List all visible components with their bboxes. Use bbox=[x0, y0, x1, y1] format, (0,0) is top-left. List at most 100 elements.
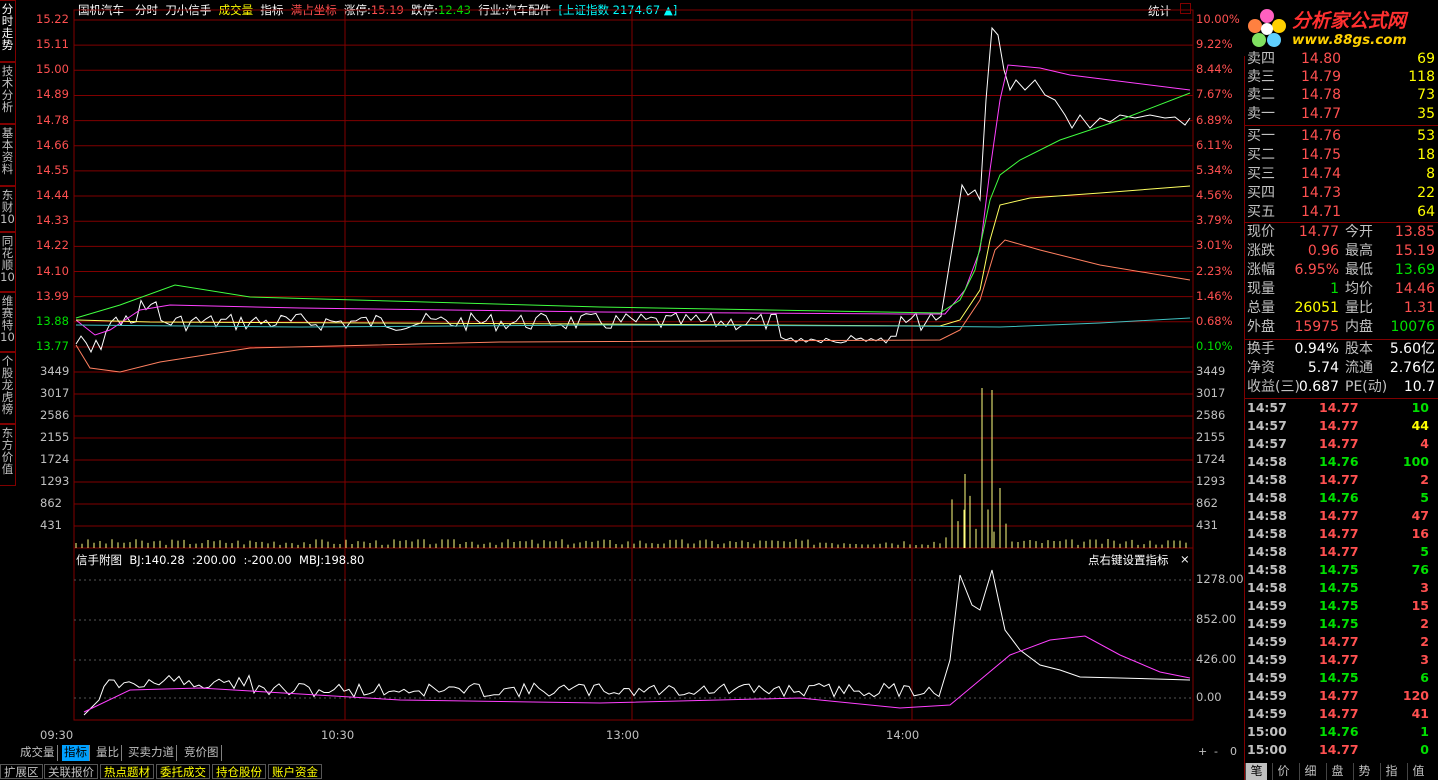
price-tick: 13.77 bbox=[36, 338, 69, 353]
sub-mbj-value: MBJ:198.80 bbox=[299, 553, 365, 567]
tick-price: 14.77 bbox=[1319, 652, 1359, 667]
sub-panel-close-icon[interactable]: × bbox=[1180, 552, 1190, 566]
volume-tick: 1293 bbox=[1196, 474, 1226, 488]
orderbook-buy-row[interactable]: 买一 14.76 53 bbox=[1247, 127, 1437, 145]
quote-label: 现量 bbox=[1247, 281, 1275, 297]
tick-price: 14.75 bbox=[1319, 598, 1359, 613]
tick-time: 14:59 bbox=[1247, 652, 1287, 667]
right-tab[interactable]: 价 bbox=[1272, 763, 1294, 780]
right-tab[interactable]: 笔 bbox=[1245, 763, 1267, 780]
orderbook-buy-row[interactable]: 买二 14.75 18 bbox=[1247, 146, 1437, 164]
tick-volume: 76 bbox=[1411, 562, 1429, 577]
sub-bj-value: BJ:140.28 bbox=[129, 553, 185, 567]
quote-label: 量比 bbox=[1345, 300, 1373, 316]
quote-value: 1 bbox=[1330, 281, 1339, 297]
btab-buysell-force[interactable]: 买卖力道 bbox=[126, 745, 177, 761]
volume-bars bbox=[75, 388, 1187, 548]
tick-row: 14:59 14.75 6 bbox=[1247, 669, 1437, 687]
indicator-line-white bbox=[83, 569, 1191, 716]
tick-volume: 4 bbox=[1420, 436, 1429, 451]
fund-label: PE(动) bbox=[1345, 379, 1388, 395]
quote-label: 外盘 bbox=[1247, 319, 1275, 335]
quote-value: 26051 bbox=[1294, 300, 1339, 316]
right-tab[interactable]: 盘 bbox=[1326, 763, 1348, 780]
zoom-reset-button[interactable]: 0 bbox=[1230, 745, 1237, 758]
sub-axis-tick: 852.00 bbox=[1196, 612, 1237, 626]
fundamental-row: 换手 0.94% 股本 5.60亿 bbox=[1247, 340, 1437, 359]
zoom-out-button[interactable]: - bbox=[1214, 745, 1218, 758]
right-tab[interactable]: 势 bbox=[1353, 763, 1375, 780]
pct-tick: 1.46% bbox=[1196, 288, 1233, 303]
fund-label: 股本 bbox=[1345, 341, 1373, 357]
orderbook-sell-row[interactable]: 卖三 14.79 118 bbox=[1247, 68, 1437, 86]
pct-tick: 7.67% bbox=[1196, 87, 1233, 102]
tick-row: 14:59 14.75 2 bbox=[1247, 615, 1437, 633]
fund-value: 5.60亿 bbox=[1389, 341, 1435, 357]
pct-tick: 3.79% bbox=[1196, 213, 1233, 228]
tick-volume: 5 bbox=[1420, 490, 1429, 505]
right-tab[interactable]: 细 bbox=[1299, 763, 1321, 780]
ob-price: 14.78 bbox=[1301, 87, 1342, 103]
orderbook-buy-row[interactable]: 买三 14.74 8 bbox=[1247, 165, 1437, 183]
fund-label: 流通 bbox=[1345, 360, 1373, 376]
zoom-in-button[interactable]: + bbox=[1198, 745, 1207, 758]
orderbook-buy-row[interactable]: 买四 14.73 22 bbox=[1247, 184, 1437, 202]
tick-volume: 47 bbox=[1411, 508, 1429, 523]
quote-value: 1.31 bbox=[1403, 300, 1435, 316]
quote-value: 10076 bbox=[1390, 319, 1435, 335]
tick-time: 14:57 bbox=[1247, 400, 1287, 415]
quote-value: 14.77 bbox=[1298, 224, 1339, 240]
sub-panel-hint[interactable]: 点右键设置指标 bbox=[1088, 552, 1169, 568]
quote-row: 外盘 15975 内盘 10076 bbox=[1247, 318, 1437, 337]
volume-tick: 3017 bbox=[40, 386, 70, 400]
ftab-positions[interactable]: 持仓股份 bbox=[212, 764, 266, 779]
ob-price: 14.71 bbox=[1301, 204, 1342, 220]
right-tab[interactable]: 值 bbox=[1407, 763, 1429, 780]
quote-value: 15.19 bbox=[1394, 243, 1435, 259]
tick-time: 14:59 bbox=[1247, 616, 1287, 631]
ftab-hot-topics[interactable]: 热点题材 bbox=[100, 764, 154, 779]
orderbook-sell-row[interactable]: 卖一 14.77 35 bbox=[1247, 105, 1437, 123]
quote-value: 6.95% bbox=[1294, 262, 1339, 278]
quote-row: 涨幅 6.95% 最低 13.69 bbox=[1247, 261, 1437, 280]
volume-tick: 862 bbox=[1196, 496, 1218, 510]
tick-price: 14.77 bbox=[1319, 706, 1359, 721]
price-tick: 14.44 bbox=[36, 188, 69, 203]
tick-time: 14:58 bbox=[1247, 562, 1287, 577]
ob-price: 14.79 bbox=[1301, 69, 1342, 85]
volume-tick: 862 bbox=[40, 496, 62, 510]
indicator-line-magenta bbox=[83, 635, 1191, 713]
ftab-orders[interactable]: 委托成交 bbox=[156, 764, 210, 779]
ftab-expand[interactable]: 扩展区 bbox=[0, 764, 43, 779]
orderbook-buy-row[interactable]: 买五 14.71 64 bbox=[1247, 203, 1437, 221]
btab-indicator[interactable]: 指标 bbox=[62, 745, 90, 761]
ftab-related-quotes[interactable]: 关联报价 bbox=[44, 764, 98, 779]
tick-row: 14:57 14.77 10 bbox=[1247, 399, 1437, 417]
quote-value: 0.96 bbox=[1307, 243, 1339, 259]
quote-label: 涨跌 bbox=[1247, 243, 1275, 259]
btab-volume[interactable]: 成交量 bbox=[18, 745, 58, 761]
sub-panel-title[interactable]: 信手附图 bbox=[76, 553, 122, 567]
tick-price: 14.77 bbox=[1319, 688, 1359, 703]
ob-level-name: 卖二 bbox=[1247, 87, 1275, 103]
price-tick: 14.33 bbox=[36, 213, 69, 228]
orderbook-sell-row[interactable]: 卖四 14.80 69 bbox=[1247, 50, 1437, 68]
tick-volume: 16 bbox=[1411, 526, 1429, 541]
tick-price: 14.77 bbox=[1319, 526, 1359, 541]
tick-volume: 1 bbox=[1420, 724, 1429, 739]
right-tab[interactable]: 指 bbox=[1380, 763, 1402, 780]
volume-tick: 1724 bbox=[1196, 452, 1226, 466]
btab-volume-ratio[interactable]: 量比 bbox=[94, 745, 122, 761]
tick-time: 14:58 bbox=[1247, 544, 1287, 559]
tick-time: 14:59 bbox=[1247, 706, 1287, 721]
ftab-account-funds[interactable]: 账户资金 bbox=[268, 764, 322, 779]
volume-tick: 431 bbox=[1196, 518, 1218, 532]
tick-volume: 3 bbox=[1420, 652, 1429, 667]
price-line bbox=[75, 26, 1191, 354]
btab-auction[interactable]: 竞价图 bbox=[182, 745, 222, 761]
quote-row: 总量 26051 量比 1.31 bbox=[1247, 299, 1437, 318]
ob-volume: 73 bbox=[1417, 87, 1435, 103]
tick-price: 14.75 bbox=[1319, 562, 1359, 577]
orderbook-sell-row[interactable]: 卖二 14.78 73 bbox=[1247, 86, 1437, 104]
ob-volume: 69 bbox=[1417, 51, 1435, 67]
